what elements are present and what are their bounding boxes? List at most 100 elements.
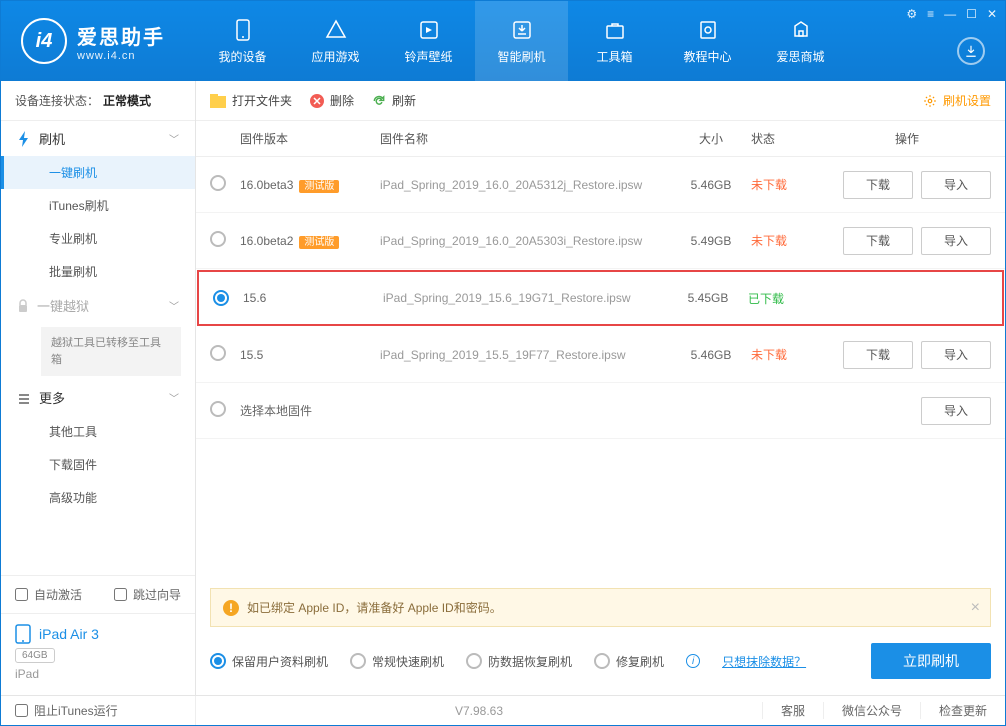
close-icon[interactable]: ✕ bbox=[987, 7, 997, 21]
side-item[interactable]: 高级功能 bbox=[1, 481, 195, 514]
block-itunes-checkbox[interactable] bbox=[15, 704, 28, 717]
nav-tabs: 我的设备应用游戏铃声壁纸智能刷机 工具箱教程中心 爱思商城 bbox=[196, 1, 847, 81]
firmware-row[interactable]: 15.5iPad_Spring_2019_15.5_19F77_Restore.… bbox=[196, 327, 1005, 383]
logo-icon: i4 bbox=[21, 18, 67, 64]
flash-option[interactable]: 防数据恢复刷机 bbox=[466, 653, 572, 670]
app-logo: i4 爱思助手 www.i4.cn bbox=[1, 18, 196, 64]
option-radio[interactable] bbox=[466, 653, 482, 669]
sidebar: 设备连接状态： 正常模式 刷机﹀一键刷机iTunes刷机专业刷机批量刷机一键越狱… bbox=[1, 81, 196, 695]
flash-option[interactable]: 保留用户资料刷机 bbox=[210, 653, 328, 670]
option-radio[interactable] bbox=[350, 653, 366, 669]
open-folder-button[interactable]: 打开文件夹 bbox=[210, 92, 292, 109]
nav-tab-3[interactable]: 智能刷机 bbox=[475, 1, 568, 81]
col-name: 固件名称 bbox=[380, 130, 671, 147]
nav-label: 智能刷机 bbox=[497, 48, 545, 65]
flash-option[interactable]: 修复刷机 bbox=[594, 653, 664, 670]
menu-icon[interactable]: ≡ bbox=[927, 7, 934, 21]
warning-bar: ! 如已绑定 Apple ID，请准备好 Apple ID和密码。 × bbox=[210, 588, 991, 627]
device-info[interactable]: iPad Air 3 64GB iPad bbox=[1, 613, 195, 695]
info-icon[interactable]: i bbox=[686, 654, 700, 668]
firmware-row[interactable]: 16.0beta2测试版iPad_Spring_2019_16.0_20A530… bbox=[196, 213, 1005, 269]
option-radio[interactable] bbox=[594, 653, 610, 669]
option-label: 防数据恢复刷机 bbox=[488, 653, 572, 670]
block-itunes-label: 阻止iTunes运行 bbox=[34, 702, 118, 719]
nav-tab-4[interactable]: 工具箱 bbox=[568, 1, 661, 81]
footer-check-update[interactable]: 检查更新 bbox=[920, 702, 1005, 719]
firmware-radio[interactable] bbox=[210, 231, 226, 247]
flash-now-button[interactable]: 立即刷机 bbox=[871, 643, 991, 679]
download-button[interactable]: 下载 bbox=[843, 341, 913, 369]
fw-size: 5.49GB bbox=[671, 234, 751, 248]
firmware-row[interactable]: 选择本地固件 导入 bbox=[196, 383, 1005, 439]
auto-activate-checkbox[interactable] bbox=[15, 588, 28, 601]
flash-settings-button[interactable]: 刷机设置 bbox=[923, 92, 991, 109]
download-button[interactable]: 下载 bbox=[843, 227, 913, 255]
import-button[interactable]: 导入 bbox=[921, 227, 991, 255]
fw-size: 5.46GB bbox=[671, 348, 751, 362]
svg-text:!: ! bbox=[229, 601, 233, 615]
fw-status: 未下载 bbox=[751, 176, 823, 193]
download-button[interactable]: 下载 bbox=[843, 171, 913, 199]
firmware-radio[interactable] bbox=[210, 175, 226, 191]
refresh-button[interactable]: 刷新 bbox=[372, 92, 416, 109]
col-size: 大小 bbox=[671, 130, 751, 147]
nav-tab-2[interactable]: 铃声壁纸 bbox=[382, 1, 475, 81]
firmware-radio[interactable] bbox=[213, 290, 229, 306]
settings-icon[interactable]: ⚙ bbox=[906, 7, 917, 21]
side-item[interactable]: 其他工具 bbox=[1, 415, 195, 448]
firmware-radio[interactable] bbox=[210, 401, 226, 417]
erase-data-link[interactable]: 只想抹除数据？ bbox=[722, 653, 806, 670]
app-version: V7.98.63 bbox=[455, 704, 503, 718]
side-head-更多[interactable]: 更多﹀ bbox=[1, 380, 195, 415]
firmware-row[interactable]: 15.6 iPad_Spring_2019_15.6_19G71_Restore.… bbox=[197, 270, 1004, 326]
import-button[interactable]: 导入 bbox=[921, 171, 991, 199]
skip-wizard-checkbox[interactable] bbox=[114, 588, 127, 601]
nav-label: 教程中心 bbox=[683, 48, 731, 65]
footer-wechat[interactable]: 微信公众号 bbox=[823, 702, 920, 719]
nav-icon bbox=[508, 18, 536, 42]
warning-close-icon[interactable]: × bbox=[971, 599, 980, 617]
chevron-down-icon: ﹀ bbox=[169, 131, 179, 146]
side-item[interactable]: iTunes刷机 bbox=[1, 189, 195, 222]
device-model: iPad bbox=[15, 667, 181, 681]
nav-label: 爱思商城 bbox=[776, 48, 824, 65]
nav-tab-6[interactable]: 爱思商城 bbox=[754, 1, 847, 81]
flash-options: 保留用户资料刷机 常规快速刷机 防数据恢复刷机 修复刷机 i 只想抹除数据？ 立即刷机 bbox=[196, 627, 1005, 695]
nav-tab-5[interactable]: 教程中心 bbox=[661, 1, 754, 81]
nav-icon bbox=[601, 18, 629, 42]
side-item[interactable]: 一键刷机 bbox=[1, 156, 195, 189]
nav-tab-1[interactable]: 应用游戏 bbox=[289, 1, 382, 81]
warning-icon: ! bbox=[223, 600, 239, 616]
fw-size: 5.46GB bbox=[671, 178, 751, 192]
fw-ops: 下载导入 bbox=[823, 341, 991, 369]
fw-ops: 导入 bbox=[823, 397, 991, 425]
fw-version: 选择本地固件 bbox=[240, 404, 312, 418]
delete-button[interactable]: 删除 bbox=[310, 92, 354, 109]
beta-tag: 测试版 bbox=[299, 180, 339, 193]
footer-support[interactable]: 客服 bbox=[762, 702, 823, 719]
import-button[interactable]: 导入 bbox=[921, 341, 991, 369]
skip-wizard-label: 跳过向导 bbox=[133, 586, 181, 603]
firmware-radio[interactable] bbox=[210, 345, 226, 361]
import-button[interactable]: 导入 bbox=[921, 397, 991, 425]
flash-option[interactable]: 常规快速刷机 bbox=[350, 653, 444, 670]
side-item[interactable]: 下载固件 bbox=[1, 448, 195, 481]
side-item[interactable]: 批量刷机 bbox=[1, 255, 195, 288]
nav-tab-0[interactable]: 我的设备 bbox=[196, 1, 289, 81]
download-manager-icon[interactable] bbox=[957, 37, 985, 65]
auto-activate-label: 自动激活 bbox=[34, 586, 82, 603]
firmware-row[interactable]: 16.0beta3测试版iPad_Spring_2019_16.0_20A531… bbox=[196, 157, 1005, 213]
side-item[interactable]: 专业刷机 bbox=[1, 222, 195, 255]
side-head-刷机[interactable]: 刷机﹀ bbox=[1, 121, 195, 156]
maximize-icon[interactable]: ☐ bbox=[966, 7, 977, 21]
flash-settings-label: 刷机设置 bbox=[943, 92, 991, 109]
side-head-一键越狱[interactable]: 一键越狱﹀ bbox=[1, 288, 195, 323]
option-radio[interactable] bbox=[210, 653, 226, 669]
delete-icon bbox=[310, 94, 324, 108]
connection-status: 设备连接状态： 正常模式 bbox=[1, 81, 195, 121]
fw-version: 15.6 bbox=[243, 291, 266, 305]
status-value: 正常模式 bbox=[103, 92, 151, 109]
fw-name: iPad_Spring_2019_15.6_19G71_Restore.ipsw bbox=[383, 291, 668, 305]
minimize-icon[interactable]: — bbox=[944, 7, 956, 21]
fw-name: iPad_Spring_2019_16.0_20A5303i_Restore.i… bbox=[380, 234, 671, 248]
